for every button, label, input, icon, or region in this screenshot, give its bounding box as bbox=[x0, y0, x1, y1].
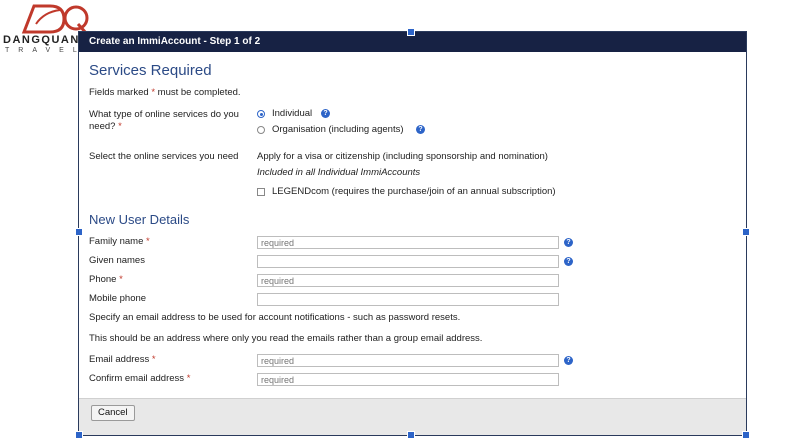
confirm-email-label: Confirm email address * bbox=[89, 373, 191, 384]
given-names-help-icon[interactable]: ? bbox=[564, 257, 573, 266]
apply-visa-text: Apply for a visa or citizenship (includi… bbox=[257, 151, 548, 162]
form-content: Services Required Fields marked * must b… bbox=[89, 52, 736, 399]
resize-handle-bottom-left[interactable] bbox=[75, 431, 83, 439]
resize-handle-left[interactable] bbox=[75, 228, 83, 236]
resize-handle-right[interactable] bbox=[742, 228, 750, 236]
window-title: Create an ImmiAccount - Step 1 of 2 bbox=[89, 36, 261, 47]
family-name-help-icon[interactable]: ? bbox=[564, 238, 573, 247]
email-help-icon[interactable]: ? bbox=[564, 356, 573, 365]
service-type-label: What type of online services do you need… bbox=[89, 109, 239, 132]
resize-handle-bottom[interactable] bbox=[407, 431, 415, 439]
email-address-label: Email address * bbox=[89, 354, 156, 365]
included-text: Included in all Individual ImmiAccounts bbox=[257, 167, 421, 178]
given-names-input[interactable] bbox=[257, 255, 559, 268]
family-name-input[interactable] bbox=[257, 236, 559, 249]
select-services-label: Select the online services you need bbox=[89, 151, 239, 162]
brand-name: DANGQUANG bbox=[3, 34, 90, 46]
given-names-label: Given names bbox=[89, 255, 145, 266]
resize-handle-bottom-right[interactable] bbox=[742, 431, 750, 439]
user-details-heading: New User Details bbox=[89, 212, 190, 227]
legendcom-label: LEGENDcom (requires the purchase/join of… bbox=[272, 186, 556, 197]
email-note-2: This should be an address where only you… bbox=[89, 333, 483, 344]
services-heading: Services Required bbox=[89, 62, 212, 79]
phone-label: Phone * bbox=[89, 274, 123, 285]
organisation-radio[interactable] bbox=[257, 126, 265, 134]
mobile-phone-input[interactable] bbox=[257, 293, 559, 306]
individual-label: Individual bbox=[272, 108, 313, 119]
phone-input[interactable] bbox=[257, 274, 559, 287]
organisation-label: Organisation (including agents) bbox=[272, 124, 404, 135]
individual-help-icon[interactable]: ? bbox=[321, 109, 330, 118]
fields-note: Fields marked * must be completed. bbox=[89, 87, 241, 98]
email-note-1: Specify an email address to be used for … bbox=[89, 312, 461, 323]
confirm-email-input[interactable] bbox=[257, 373, 559, 386]
family-name-label: Family name * bbox=[89, 236, 150, 247]
legendcom-checkbox[interactable] bbox=[257, 188, 265, 196]
form-footer: Cancel bbox=[79, 398, 746, 435]
mobile-phone-label: Mobile phone bbox=[89, 293, 147, 304]
brand-logo: DANGQUANG TRAVEL bbox=[0, 0, 90, 62]
organisation-help-icon[interactable]: ? bbox=[416, 125, 425, 134]
individual-radio[interactable] bbox=[257, 110, 265, 118]
brand-sub: TRAVEL bbox=[5, 47, 86, 54]
email-address-input[interactable] bbox=[257, 354, 559, 367]
cancel-button[interactable]: Cancel bbox=[91, 405, 135, 421]
resize-handle-top[interactable] bbox=[407, 28, 415, 36]
immiaccount-window: Create an ImmiAccount - Step 1 of 2 Serv… bbox=[75, 28, 750, 439]
